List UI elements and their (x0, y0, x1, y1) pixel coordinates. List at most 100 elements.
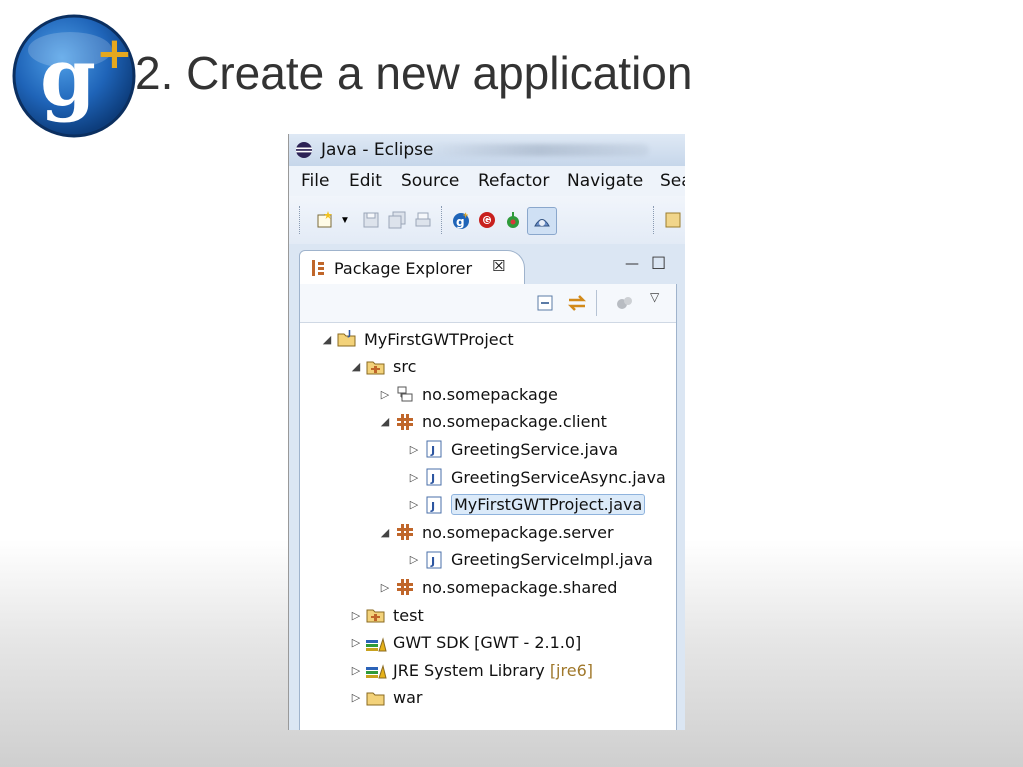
tree-item[interactable]: ▷ GWT SDK [GWT - 2.1.0] (347, 630, 582, 656)
view-toolbar-separator (596, 290, 597, 316)
collapse-all-icon[interactable] (536, 294, 554, 317)
svg-text:g: g (40, 30, 96, 124)
expanded-arrow-icon[interactable]: ◢ (318, 333, 336, 346)
source-folder-icon (365, 357, 387, 377)
folder-icon (365, 688, 387, 708)
collapsed-arrow-icon[interactable]: ▷ (405, 443, 423, 456)
package-explorer-view: ▽ ◢ J MyFirstGWTProject ◢ src ▷ no.somepackage… (299, 284, 677, 730)
collapsed-arrow-icon[interactable]: ▷ (405, 471, 423, 484)
tree-item[interactable]: ◢ src (347, 354, 417, 380)
gwt-toggle-icon[interactable] (616, 296, 634, 315)
print-icon[interactable] (413, 210, 433, 230)
package-icon (394, 412, 416, 432)
tree-item-label: GWT SDK [GWT - 2.1.0] (393, 633, 582, 653)
tree-item-label: GreetingServiceAsync.java (451, 467, 666, 487)
collapsed-arrow-icon[interactable]: ▷ (347, 691, 365, 704)
tree-item[interactable]: ▷ J GreetingServiceImpl.java (405, 547, 653, 573)
tree-item[interactable]: ▷ war (347, 685, 423, 711)
menu-edit[interactable]: Edit (349, 171, 382, 191)
tree-item-label: src (393, 357, 417, 377)
package-explorer-icon (308, 259, 326, 281)
svg-text:J: J (430, 500, 435, 513)
view-menu-icon[interactable]: ▽ (650, 290, 659, 304)
maximize-icon[interactable]: ☐ (651, 254, 666, 274)
tree-item[interactable]: ◢ no.somepackage.server (376, 519, 614, 545)
gwt-compile-icon[interactable]: G (477, 210, 497, 230)
tree-item[interactable]: ▷ JRE System Library [jre6] (347, 657, 593, 683)
package-explorer-tab[interactable]: Package Explorer ☒ (299, 250, 525, 285)
window-titlebar: Java - Eclipse (289, 134, 685, 166)
package-explorer-label: Package Explorer (334, 259, 473, 278)
tree-item[interactable]: ▷ J MyFirstGWTProject.java (405, 492, 646, 518)
library-icon (365, 633, 387, 653)
tree-item-label: war (393, 688, 423, 708)
java-file-icon: J (423, 550, 445, 570)
collapsed-arrow-icon[interactable]: ▷ (405, 553, 423, 566)
tree-item[interactable]: ▷ no.somepackage (376, 381, 558, 407)
tree-item[interactable]: ▷ J GreetingService.java (405, 436, 618, 462)
dropdown-arrow-icon[interactable]: ▼ (335, 210, 355, 230)
eclipse-icon (296, 142, 312, 158)
open-type-icon[interactable] (663, 210, 683, 230)
tree-item-label: no.somepackage.server (422, 522, 614, 542)
collapsed-arrow-icon[interactable]: ▷ (405, 498, 423, 511)
tree-item-label: GreetingService.java (451, 439, 619, 459)
collapsed-arrow-icon[interactable]: ▷ (347, 664, 365, 677)
package-empty-icon (394, 384, 416, 404)
eclipse-screenshot: Java - Eclipse File Edit Source Refactor… (288, 134, 685, 730)
tree-item[interactable]: ▷ test (347, 602, 424, 628)
menu-search[interactable]: Sea (660, 171, 685, 191)
tree-item[interactable]: ▷ no.somepackage.shared (376, 574, 618, 600)
window-title: Java - Eclipse (321, 140, 434, 160)
new-wizard-icon[interactable] (315, 210, 335, 230)
collapsed-arrow-icon[interactable]: ▷ (347, 609, 365, 622)
expanded-arrow-icon[interactable]: ◢ (376, 415, 394, 428)
minimize-icon[interactable]: — (625, 256, 639, 272)
expanded-arrow-icon[interactable]: ◢ (376, 526, 394, 539)
slide-title: 2. Create a new application (135, 47, 693, 99)
tree-item[interactable]: ◢ J MyFirstGWTProject (318, 326, 514, 352)
gwt-google-icon[interactable]: g + (451, 210, 471, 230)
library-icon (365, 660, 387, 680)
tree-item[interactable]: ◢ no.somepackage.client (376, 409, 607, 435)
source-folder-icon (365, 605, 387, 625)
collapsed-arrow-icon[interactable]: ▷ (347, 636, 365, 649)
svg-text:G: G (484, 216, 490, 225)
tree-item-label: test (393, 605, 424, 625)
project-icon: J (336, 329, 358, 349)
java-file-icon: J (423, 495, 445, 515)
tree-item-suffix: [jre6] (549, 660, 593, 680)
collapsed-arrow-icon[interactable]: ▷ (376, 581, 394, 594)
close-icon[interactable]: ☒ (492, 257, 505, 275)
gwt-deploy-icon[interactable] (527, 207, 557, 235)
toolbar-separator (653, 206, 654, 234)
tree-item-label: JRE System Library [jre6] (393, 660, 593, 680)
svg-text:J: J (430, 444, 435, 457)
save-all-icon[interactable] (387, 210, 407, 230)
tree-item-label: no.somepackage.client (422, 412, 607, 432)
java-file-icon: J (423, 439, 445, 459)
tree-item-label: MyFirstGWTProject (364, 329, 514, 349)
menu-source[interactable]: Source (401, 171, 459, 191)
svg-text:+: + (96, 28, 133, 79)
toolbar-separator (299, 206, 300, 234)
menu-refactor[interactable]: Refactor (478, 171, 549, 191)
java-file-icon: J (423, 467, 445, 487)
gwt-dev-mode-icon[interactable] (503, 210, 523, 230)
expanded-arrow-icon[interactable]: ◢ (347, 360, 365, 373)
tree-item-label: MyFirstGWTProject.java (451, 494, 646, 516)
menu-navigate[interactable]: Navigate (567, 171, 643, 191)
save-icon[interactable] (361, 210, 381, 230)
menu-file[interactable]: File (301, 171, 329, 191)
tree-item[interactable]: ▷ J GreetingServiceAsync.java (405, 464, 666, 490)
package-icon (394, 577, 416, 597)
view-toolbar: ▽ (300, 284, 676, 323)
tree-item-label: no.somepackage (422, 384, 558, 404)
tree-item-label: GreetingServiceImpl.java (451, 550, 653, 570)
blurred-title-text (429, 144, 649, 156)
svg-text:J: J (430, 472, 435, 485)
package-icon (394, 522, 416, 542)
link-with-editor-icon[interactable] (566, 292, 588, 319)
collapsed-arrow-icon[interactable]: ▷ (376, 388, 394, 401)
menu-bar: File Edit Source Refactor Navigate Sea (289, 166, 685, 196)
